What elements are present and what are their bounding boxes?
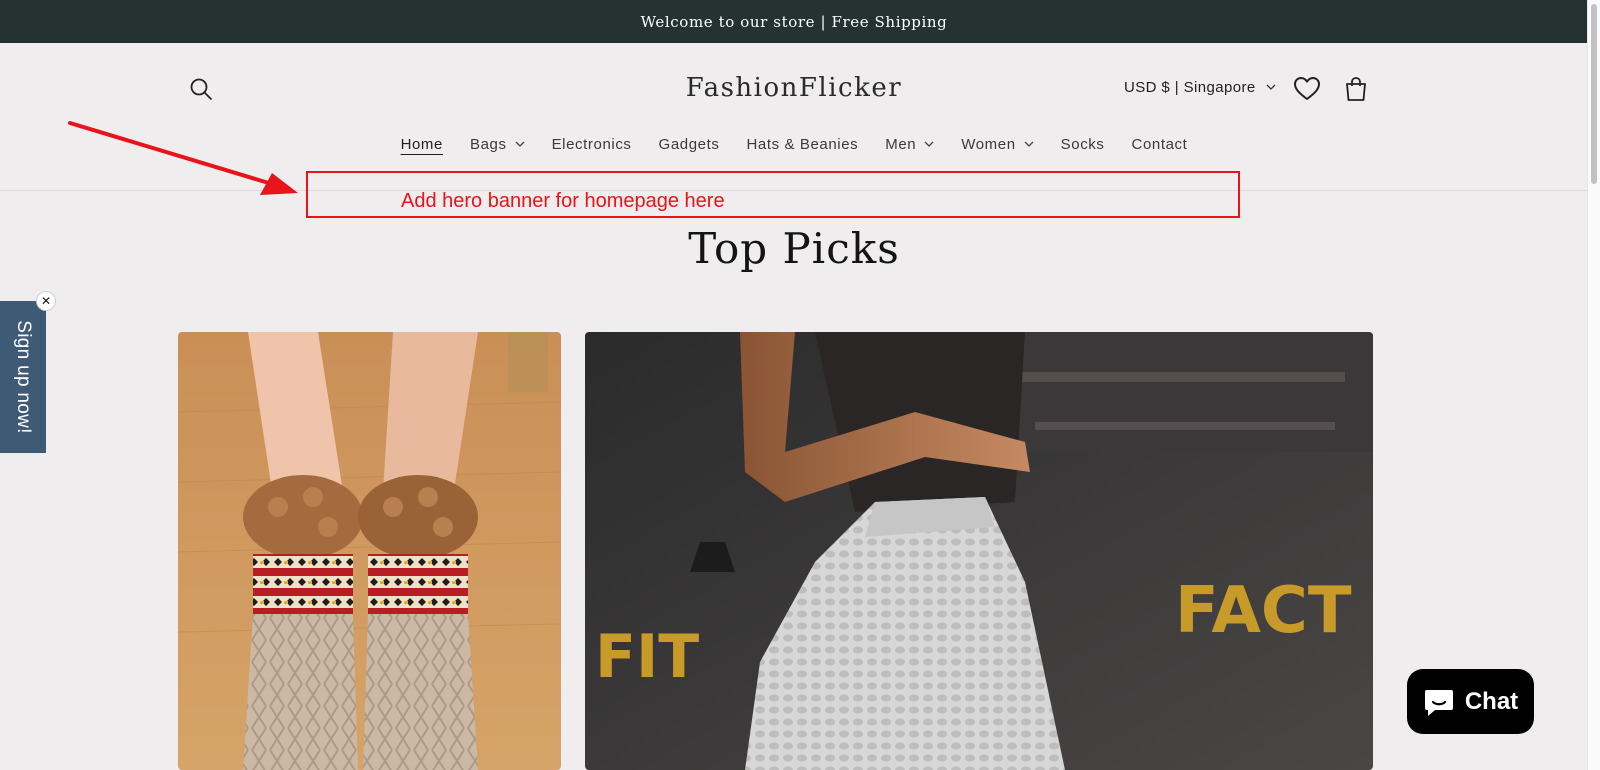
- chat-button[interactable]: Chat: [1407, 669, 1534, 734]
- svg-text:FIT: FIT: [595, 622, 699, 692]
- signup-tab[interactable]: Sign up now!: [0, 301, 46, 453]
- chevron-down-icon: [515, 141, 525, 147]
- nav-item-hats-beanies[interactable]: Hats & Beanies: [746, 136, 858, 153]
- svg-text:FACT: FACT: [1175, 574, 1352, 648]
- chat-label: Chat: [1464, 687, 1519, 715]
- product-card-socks[interactable]: [178, 332, 561, 770]
- nav-item-women[interactable]: Women: [961, 136, 1034, 153]
- nav-label: Bags: [469, 136, 507, 153]
- signup-close-button[interactable]: ✕: [36, 291, 56, 311]
- annotation-text: Add hero banner for homepage here: [401, 190, 725, 212]
- currency-selector[interactable]: USD $ | Singapore: [1124, 79, 1276, 96]
- cart-button[interactable]: [1342, 75, 1370, 103]
- chevron-down-icon: [1266, 84, 1276, 90]
- product-card-leggings[interactable]: FIT FACT: [585, 332, 1373, 770]
- chat-bubble-icon: [1424, 689, 1453, 716]
- close-icon: ✕: [40, 294, 52, 308]
- nav-item-contact[interactable]: Contact: [1132, 136, 1188, 153]
- nav-label: Gadgets: [658, 136, 720, 153]
- socks-product-image: [178, 332, 561, 770]
- nav-label: Electronics: [551, 136, 632, 153]
- annotation-arrow: [68, 121, 298, 195]
- wishlist-button[interactable]: [1293, 76, 1321, 102]
- chevron-down-icon: [924, 141, 934, 147]
- nav-label: Hats & Beanies: [746, 136, 859, 153]
- page-scrollbar[interactable]: [1587, 0, 1600, 770]
- scrollbar-thumb[interactable]: [1591, 4, 1597, 184]
- nav-item-socks[interactable]: Socks: [1061, 136, 1105, 153]
- section-title: Top Picks: [688, 224, 900, 273]
- nav-label: Socks: [1060, 136, 1105, 153]
- nav-item-bags[interactable]: Bags: [470, 136, 525, 153]
- heart-icon: [1294, 77, 1320, 100]
- cart-icon: [1346, 77, 1366, 101]
- nav-label: Home: [400, 136, 443, 153]
- leggings-product-image: FIT FACT: [585, 332, 1373, 770]
- nav-item-electronics[interactable]: Electronics: [552, 136, 632, 153]
- nav-item-home[interactable]: Home: [401, 136, 443, 153]
- nav-label: Contact: [1131, 136, 1188, 153]
- nav-item-gadgets[interactable]: Gadgets: [659, 136, 720, 153]
- announcement-bar: Welcome to our store | Free Shipping: [0, 0, 1588, 43]
- currency-label: USD $ | Singapore: [1124, 79, 1256, 96]
- nav-item-men[interactable]: Men: [885, 136, 934, 153]
- signup-label: Sign up now!: [13, 320, 34, 434]
- nav-label: Women: [961, 136, 1016, 153]
- nav-label: Men: [885, 136, 917, 153]
- chevron-down-icon: [1024, 141, 1034, 147]
- announcement-text: Welcome to our store | Free Shipping: [640, 12, 948, 31]
